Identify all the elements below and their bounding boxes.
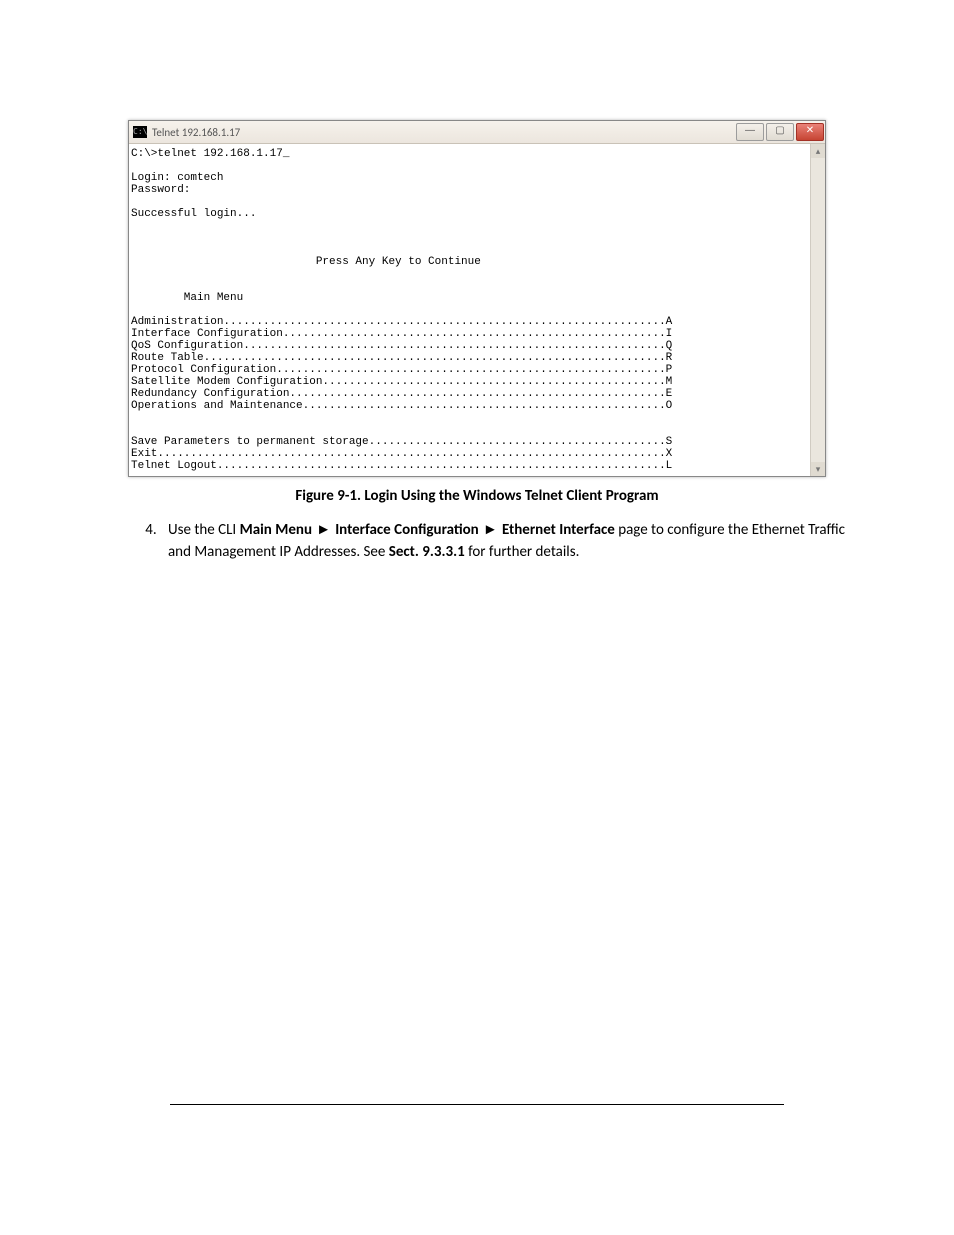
cmd-icon: C:\ [133,126,147,138]
arrow-icon: ► [312,521,335,538]
window-title: Telnet 192.168.1.17 [152,126,735,139]
menu-path-main: Main Menu [240,521,312,539]
step-text: Use the CLI [168,521,240,539]
scroll-up-icon[interactable]: ▴ [811,144,825,158]
section-ref: Sect. 9.3.3.1 [389,543,465,561]
scrollbar[interactable]: ▴ ▾ [810,144,825,476]
menu-path-ifconfig: Interface Configuration [335,521,479,539]
menu-path-eth: Ethernet Interface [502,521,615,539]
close-button[interactable]: ✕ [796,123,824,141]
titlebar: C:\ Telnet 192.168.1.17 — ▢ ✕ [129,121,825,144]
terminal-body[interactable]: C:\>telnet 192.168.1.17_ Login: comtech … [129,144,825,476]
telnet-window: C:\ Telnet 192.168.1.17 — ▢ ✕ C:\>telnet… [128,120,826,477]
figure-caption: Figure 9-1. Login Using the Windows Teln… [90,487,864,505]
window-controls: — ▢ ✕ [735,123,825,141]
step-text: for further details. [465,543,580,561]
scroll-down-icon[interactable]: ▾ [811,462,825,476]
step-4: Use the CLI Main Menu ► Interface Config… [160,519,864,564]
arrow-icon: ► [479,521,502,538]
minimize-button[interactable]: — [736,123,764,141]
terminal-text: C:\>telnet 192.168.1.17_ Login: comtech … [131,148,823,472]
document-page: C:\ Telnet 192.168.1.17 — ▢ ✕ C:\>telnet… [0,0,954,1165]
figure: C:\ Telnet 192.168.1.17 — ▢ ✕ C:\>telnet… [128,120,826,477]
step-list: Use the CLI Main Menu ► Interface Config… [90,519,864,564]
footer-rule [170,1104,784,1105]
maximize-button[interactable]: ▢ [766,123,794,141]
